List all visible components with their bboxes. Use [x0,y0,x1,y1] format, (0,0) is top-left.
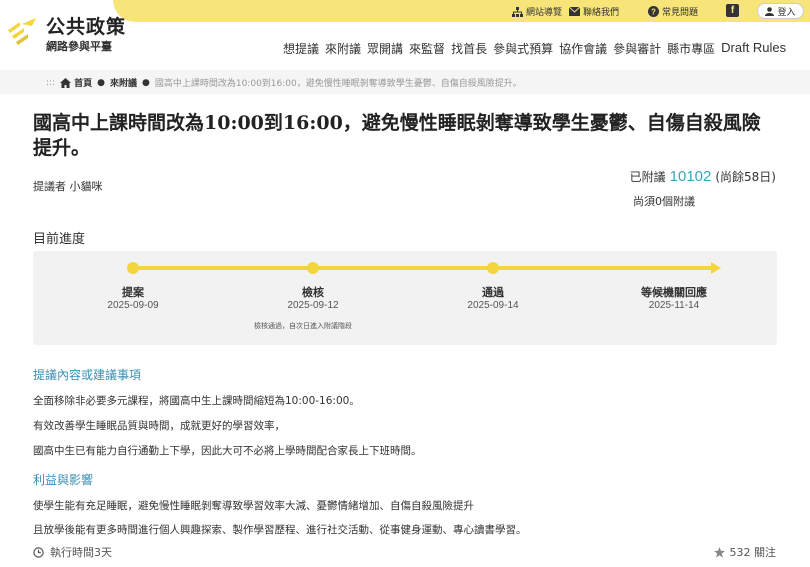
content-line: 全面移除非必要多元課程，將國高中生上課時間縮短為10:00-16:00。 [33,395,360,407]
site-header: 公共政策 網路參與平臺 網站導覽 聯絡我們 ? 常見問題 f 登入 想提議 來附… [0,0,810,68]
endorse-needed: 尚須0個附議 [633,195,695,208]
benefit-line: 使學生能有充足睡眠，避免慢性睡眠剝奪導致學習效率大減、憂鬱情緒增加、自傷自殺風險… [33,500,474,512]
endorse-count: 10102 [669,168,712,185]
breadcrumb-current: 國高中上課時間改為10:00到16:00，避免慢性睡眠剝奪導致學生憂鬱、自傷自殺… [154,79,522,89]
sitemap-icon [512,6,523,17]
step-date-review: 2025-09-12 [287,300,339,311]
svg-text:?: ? [651,8,656,17]
question-icon: ? [648,6,659,17]
progress-dot-proposal [127,262,139,274]
breadcrumb-separator: ● [97,77,105,88]
progress-line [133,266,713,270]
follow-button[interactable]: 532 關注 [713,544,777,560]
faq-label: 常見問題 [662,8,699,18]
breadcrumb-home[interactable]: 首頁 [74,76,92,89]
logo-icon[interactable] [6,16,42,48]
mail-icon [569,7,580,16]
step-date-awaiting: 2025-11-14 [648,300,700,311]
home-icon [60,77,72,88]
user-icon [765,6,775,16]
nav-item-propose[interactable]: 想提議 [283,40,319,57]
endorse-status: 已附議 10102 (尚餘58日) [630,168,776,185]
progress-arrow [711,262,721,274]
contact-link[interactable]: 聯絡我們 [569,4,619,19]
breadcrumb-separator: ● [142,77,150,88]
star-icon [713,546,725,558]
sitemap-label: 網站導覽 [526,8,563,18]
logo-title[interactable]: 公共政策 [46,12,126,39]
progress-note: 檢核通過，自次日進入附議階段 [254,322,352,330]
clock-icon [33,546,44,558]
logo-subtitle[interactable]: 網路參與平臺 [46,38,112,54]
benefit-line: 且放學後能有更多時間進行個人興趣探索、製作學習歷程、進行社交活動、從事健身運動、… [33,524,527,536]
sitemap-link[interactable]: 網站導覽 [512,4,562,19]
days-remaining: (尚餘58日) [715,170,776,184]
nav-item-county[interactable]: 縣市專區 [667,40,715,57]
nav-item-discuss[interactable]: 眾開講 [367,40,403,57]
nav-item-budget[interactable]: 參與式預算 [493,40,553,57]
content-heading: 提議內容或建議事項 [33,368,142,382]
nav-item-draft-rules[interactable]: Draft Rules [721,40,786,57]
benefit-heading: 利益與影響 [33,473,94,487]
page-title: 國高中上課時間改為10:00到16:00，避免慢性睡眠剝奪導致學生憂鬱、自傷自殺… [33,112,761,159]
content-line: 國高中生已有能力自行通勤上下學，因此大可不必將上學時間配合家長上下班時間。 [33,445,422,457]
step-name-passed: 通過 [482,286,504,299]
breadcrumb: ::: 首頁 ● 來附議 ● 國高中上課時間改為10:00到16:00，避免慢性… [46,76,522,89]
progress-tracker: 提案 2025-09-09 檢核 2025-09-12 通過 2025-09-1… [33,251,777,345]
endorse-label: 已附議 [629,170,666,184]
nav-item-audit[interactable]: 參與審計 [613,40,661,57]
login-button[interactable]: 登入 [757,3,804,19]
breadcrumb-section[interactable]: 來附議 [110,76,137,89]
main-nav: 想提議 來附議 眾開講 來監督 找首長 參與式預算 協作會議 參與審計 縣市專區… [283,40,786,57]
proposer: 提議者 小貓咪 [33,180,103,193]
progress-dot-passed [487,262,499,274]
nav-item-officials[interactable]: 找首長 [451,40,487,57]
follow-count: 532 關注 [729,546,777,559]
nav-item-endorse[interactable]: 來附議 [325,40,361,57]
duration-label: 執行時間3天 [50,546,112,559]
progress-heading: 目前進度 [33,232,86,247]
step-name-proposal: 提案 [122,286,144,299]
header-accent-band [113,0,810,22]
progress-dot-review [307,262,319,274]
contact-label: 聯絡我們 [583,8,620,18]
facebook-icon[interactable]: f [726,4,739,17]
step-name-review: 檢核 [302,286,324,299]
step-name-awaiting: 等候機關回應 [641,286,707,299]
duration-info: 執行時間3天 [33,544,112,560]
login-label: 登入 [777,7,796,18]
step-date-proposal: 2025-09-09 [107,300,159,311]
nav-item-supervise[interactable]: 來監督 [409,40,445,57]
breadcrumb-accesskey[interactable]: ::: [46,78,55,88]
step-date-passed: 2025-09-14 [467,300,519,311]
content-line: 有效改善學生睡眠品質與時間，成就更好的學習效率， [33,420,285,432]
faq-link[interactable]: ? 常見問題 [648,4,698,19]
nav-item-collab[interactable]: 協作會議 [559,40,607,57]
